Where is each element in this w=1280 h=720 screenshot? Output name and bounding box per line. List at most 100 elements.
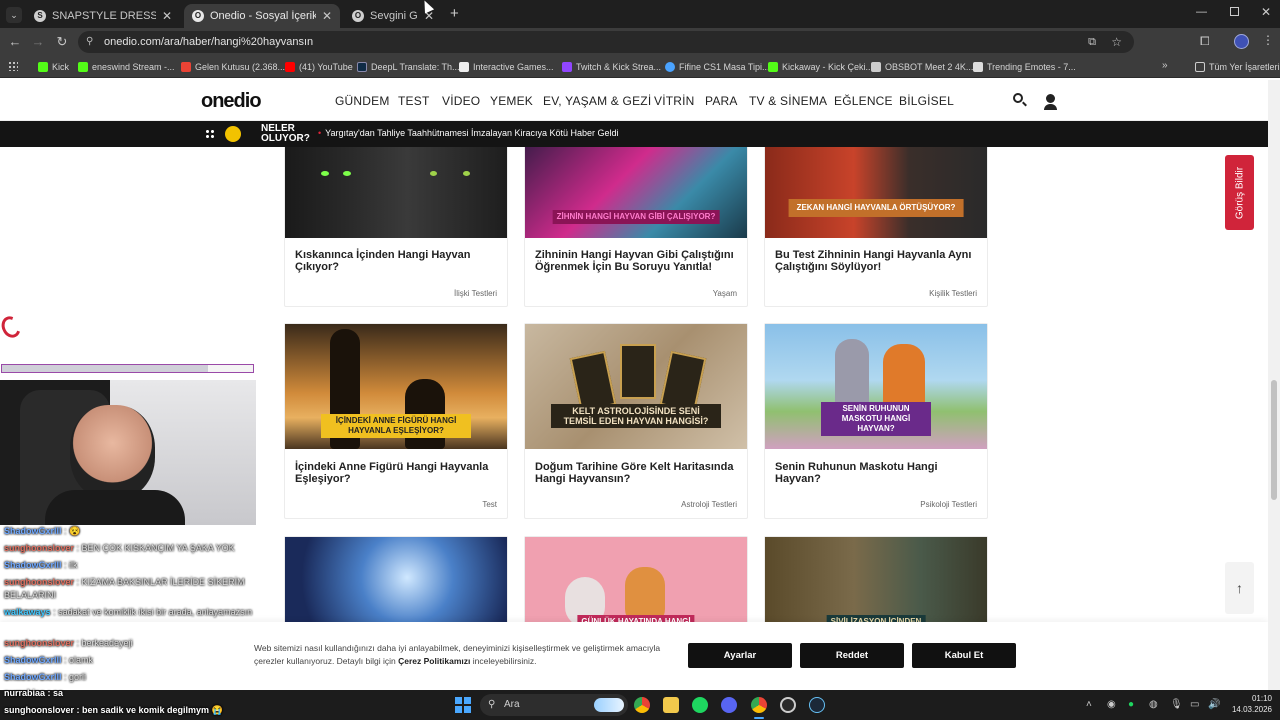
nav-para[interactable]: PARA: [705, 94, 738, 108]
chrome-icon[interactable]: [634, 697, 650, 713]
nav-ev-yasam-gezi[interactable]: EV, YAŞAM & GEZİ: [543, 94, 651, 108]
nav-eglence[interactable]: EĞLENCE: [834, 94, 893, 108]
article-card[interactable]: İÇİNDEKİ ANNE FİGÜRÜ HANGİ HAYVANLA EŞLE…: [284, 323, 508, 519]
menu-icon[interactable]: ⋮: [1262, 33, 1274, 47]
bookmark-item[interactable]: OBSBOT Meet 2 4K...: [871, 60, 973, 74]
browser-tab-bar: ⌄ S SNAPSTYLE DRESS UP - Ücretsiz ✕ O On…: [0, 0, 1280, 28]
file-explorer-icon[interactable]: [663, 697, 679, 713]
onedio-logo[interactable]: onedio: [201, 90, 262, 113]
article-card[interactable]: SENİN RUHUNUN MASKOTU HANGİ HAYVAN? Seni…: [764, 323, 988, 519]
bookmark-item[interactable]: eneswind Stream -...: [78, 60, 175, 74]
panther-eye-left: [321, 171, 329, 176]
chrome-active-icon[interactable]: [751, 697, 767, 713]
apps-grid-icon[interactable]: [8, 61, 18, 71]
bookmark-item[interactable]: Kick: [38, 60, 69, 74]
article-card[interactable]: ZİHNİN HANGİ HAYVAN GİBİ ÇALIŞIYOR? Zihn…: [524, 122, 748, 307]
ticker-label: NELER OLUYOR?: [261, 123, 310, 144]
tray-overflow-icon[interactable]: ˄: [1086, 699, 1092, 710]
new-tab-icon[interactable]: +: [450, 5, 459, 22]
close-icon[interactable]: ✕: [162, 9, 172, 23]
maximize-icon[interactable]: [1230, 7, 1239, 16]
nav-test[interactable]: TEST: [398, 94, 429, 108]
discord-icon[interactable]: [721, 697, 737, 713]
chat-message: sunghoonslover : ben sadik ve komik degi…: [4, 705, 223, 715]
forward-icon[interactable]: →: [29, 34, 47, 50]
article-card[interactable]: ZEKAN HANGİ HAYVANLA ÖRTÜŞÜYOR? Bu Test …: [764, 122, 988, 307]
nav-video[interactable]: VİDEO: [442, 94, 480, 108]
bookmark-item[interactable]: Kickaway - Kick Çeki...: [768, 60, 873, 74]
spotify-tray-icon[interactable]: ●: [1128, 699, 1134, 710]
tab-onedio[interactable]: O Onedio - Sosyal İçerik Platformu ✕: [184, 4, 340, 28]
spotify-icon[interactable]: [692, 697, 708, 713]
bookmark-item[interactable]: Interactive Games...: [459, 60, 554, 74]
close-icon[interactable]: ✕: [322, 9, 332, 23]
bookmark-item[interactable]: Fifine CS1 Masa Tipi...: [665, 60, 770, 74]
folder-icon: [1195, 62, 1205, 72]
webcam-feed: [0, 380, 256, 525]
reload-icon[interactable]: ↻: [53, 34, 71, 50]
user-icon[interactable]: [1046, 94, 1055, 103]
cookie-reject-button[interactable]: Reddet: [800, 643, 904, 668]
grid-toggle-icon[interactable]: [205, 129, 215, 139]
feedback-button[interactable]: Görüş Bildir: [1225, 155, 1254, 230]
tab-list-dropdown-icon[interactable]: ⌄: [6, 7, 22, 23]
nav-tv-sinema[interactable]: TV & SİNEMA: [749, 94, 827, 108]
article-card[interactable]: SİVİLİZASYON İÇİNDEN: [764, 536, 988, 627]
microphone-icon[interactable]: 🎙: [1170, 699, 1183, 710]
nav-gundem[interactable]: GÜNDEM: [335, 94, 390, 108]
scroll-to-top-button[interactable]: ↑: [1225, 562, 1254, 614]
bookmark-item[interactable]: (41) YouTube: [285, 60, 353, 74]
bookmark-item[interactable]: DeepL Translate: Th...: [357, 60, 460, 74]
windows-start-icon[interactable]: [455, 697, 471, 713]
card-category[interactable]: Kişilik Testleri: [929, 289, 977, 298]
profile-avatar[interactable]: [1234, 34, 1249, 49]
nav-vitrin[interactable]: VİTRİN: [654, 94, 695, 108]
article-card[interactable]: Kıskanınca İçinden Hangi Hayvan Çıkıyor?…: [284, 122, 508, 307]
minimize-icon[interactable]: —: [1196, 6, 1207, 18]
card-category[interactable]: Astroloji Testleri: [681, 500, 737, 509]
nav-bilgisel[interactable]: BİLGİSEL: [899, 94, 954, 108]
article-card[interactable]: [284, 536, 508, 627]
steam-icon[interactable]: [809, 697, 825, 713]
page-scrollbar[interactable]: [1268, 80, 1280, 690]
volume-icon[interactable]: 🔊: [1208, 699, 1220, 710]
cookie-accept-button[interactable]: Kabul Et: [912, 643, 1016, 668]
site-info-icon[interactable]: ⚲: [86, 31, 93, 53]
bookmark-item[interactable]: Trending Emotes - 7...: [973, 60, 1076, 74]
live-badge-icon[interactable]: [225, 126, 241, 142]
card-category[interactable]: Test: [482, 500, 497, 509]
discord-tray-icon[interactable]: ◉: [1107, 699, 1116, 710]
bookmark-item[interactable]: Gelen Kutusu (2.368...: [181, 60, 285, 74]
taskbar-search[interactable]: ⚲ Ara: [480, 694, 628, 716]
network-icon[interactable]: ▭: [1190, 699, 1199, 710]
card-title: Kıskanınca İçinden Hangi Hayvan Çıkıyor?: [295, 249, 471, 273]
card-image-caption: ZİHNİN HANGİ HAYVAN GİBİ ÇALIŞIYOR?: [552, 210, 720, 224]
address-bar[interactable]: ⚲ onedio.com/ara/haber/hangi%20hayvansın…: [78, 31, 1134, 53]
nav-yemek[interactable]: YEMEK: [490, 94, 533, 108]
install-app-icon[interactable]: ⧉: [1088, 31, 1096, 53]
card-category[interactable]: Yaşam: [713, 289, 737, 298]
streams-icon: [562, 62, 572, 72]
card-image: GÜNLÜK HAYATINDA HANGİ: [525, 537, 747, 627]
bookmark-star-icon[interactable]: ☆: [1111, 31, 1122, 53]
cookie-policy-link[interactable]: Çerez Politikamızı: [398, 656, 470, 666]
kick-icon: [78, 62, 88, 72]
back-icon[interactable]: ←: [6, 34, 24, 50]
tab-snapstyle[interactable]: S SNAPSTYLE DRESS UP - Ücretsiz ✕: [26, 4, 180, 28]
obs-icon[interactable]: [780, 697, 796, 713]
all-bookmarks-folder[interactable]: Tüm Yer İşaretleri: [1195, 60, 1280, 74]
card-category[interactable]: İlişki Testleri: [454, 289, 497, 298]
more-bookmarks-icon[interactable]: »: [1162, 60, 1168, 71]
system-clock[interactable]: 01:10 14.03.2026: [1226, 693, 1272, 715]
tarot-card: [569, 350, 617, 413]
steam-tray-icon[interactable]: ◍: [1149, 699, 1158, 710]
article-card[interactable]: GÜNLÜK HAYATINDA HANGİ: [524, 536, 748, 627]
ticker-headline[interactable]: • Yargıtay'dan Tahliye Taahhütnamesi İmza…: [318, 128, 619, 138]
close-window-icon[interactable]: ✕: [1261, 5, 1271, 19]
article-card[interactable]: KELT ASTROLOJİSİNDE SENİ TEMSİL EDEN HAY…: [524, 323, 748, 519]
bookmark-item[interactable]: Twitch & Kick Strea...: [562, 60, 661, 74]
scrollbar-thumb[interactable]: [1271, 380, 1277, 500]
cookie-settings-button[interactable]: Ayarlar: [688, 643, 792, 668]
card-category[interactable]: Psikoloji Testleri: [920, 500, 977, 509]
extensions-icon[interactable]: ⧠: [1200, 34, 1210, 49]
